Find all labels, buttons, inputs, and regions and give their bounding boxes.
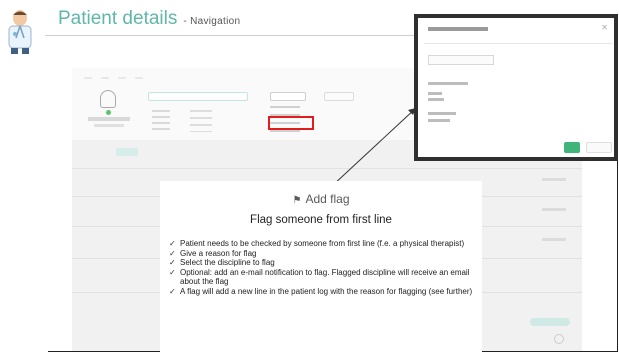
app-secondary-button [324, 92, 354, 101]
details-column-values [190, 110, 212, 132]
close-icon: ✕ [601, 23, 608, 32]
reason-field [428, 55, 494, 65]
notification-option [428, 119, 450, 122]
instructions-card: ⚑Add flag Flag someone from first line P… [160, 181, 482, 353]
card-subheading: Flag someone from first line [250, 214, 392, 226]
log-tab-chip [116, 148, 138, 156]
discipline-label [428, 82, 468, 85]
list-item: Optional: add an e-mail notification to … [168, 268, 480, 287]
patient-name-placeholder [88, 117, 130, 121]
app-nav-tabs [84, 77, 143, 79]
card-heading: ⚑ Add flag [292, 192, 350, 206]
list-item: Patient needs to be checked by someone f… [168, 239, 480, 249]
log-row-text [542, 178, 566, 181]
flag-icon: ⚑ [292, 195, 302, 206]
dialog-divider [424, 43, 612, 44]
discipline-option [428, 98, 444, 101]
header-divider [45, 35, 425, 36]
confirm-flag-button [564, 142, 580, 153]
slide-subtitle: - Navigation [183, 16, 241, 27]
log-row-text [542, 208, 566, 211]
list-item: Select the discipline to flag [168, 258, 480, 268]
instruction-list: Patient needs to be checked by someone f… [168, 239, 480, 297]
log-row-text [542, 238, 566, 241]
add-flag-dialog: ✕ [414, 14, 618, 161]
app-search-field [148, 92, 248, 101]
patient-info-placeholder [94, 124, 124, 127]
list-item: A flag will add a new line in the patien… [168, 287, 480, 297]
app-action-button [270, 92, 306, 101]
discipline-option [428, 92, 442, 95]
doctor-icon [8, 10, 32, 54]
details-column [152, 110, 170, 132]
left-sidebar [0, 0, 42, 353]
round-action-icon [554, 334, 564, 344]
status-pill [530, 318, 570, 326]
add-flag-highlight [268, 116, 314, 130]
slide-title: Patient details - Navigation [58, 8, 241, 29]
status-indicator [106, 110, 111, 115]
log-row [72, 168, 582, 169]
patient-header-panel [72, 68, 422, 140]
list-item: Give a reason for flag [168, 249, 480, 259]
notification-label [428, 112, 456, 115]
patient-avatar [100, 90, 116, 108]
dialog-title-placeholder [428, 27, 488, 31]
cancel-button [586, 142, 612, 153]
